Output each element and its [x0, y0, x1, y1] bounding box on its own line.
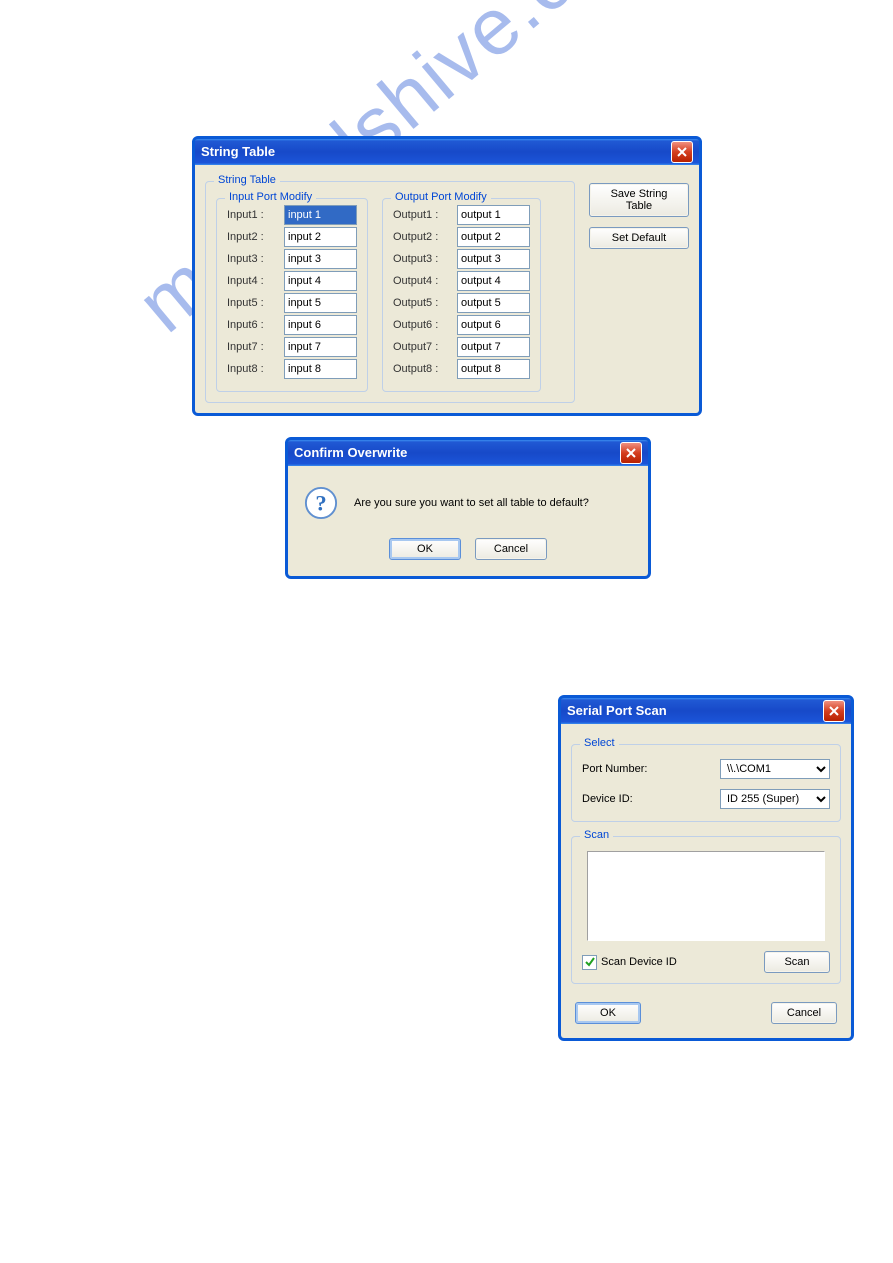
scan-results-box — [587, 851, 825, 941]
confirm-titlebar[interactable]: Confirm Overwrite — [288, 440, 648, 466]
input5-field[interactable] — [284, 293, 357, 313]
set-default-button[interactable]: Set Default — [589, 227, 689, 249]
device-id-select[interactable]: ID 255 (Super) — [720, 789, 830, 809]
string-table-title: String Table — [201, 139, 275, 165]
output3-field[interactable] — [457, 249, 530, 269]
checkbox-icon — [582, 955, 597, 970]
input-label: Input2 : — [227, 231, 280, 243]
cancel-button[interactable]: Cancel — [475, 538, 547, 560]
port-number-label: Port Number: — [582, 763, 647, 775]
output-label: Output1 : — [393, 209, 453, 221]
output-label: Output5 : — [393, 297, 453, 309]
input6-field[interactable] — [284, 315, 357, 335]
string-table-window: String Table String Table Input Port Mod… — [192, 136, 702, 416]
question-icon: ? — [304, 486, 338, 520]
input7-field[interactable] — [284, 337, 357, 357]
scan-device-id-label: Scan Device ID — [601, 956, 677, 968]
serial-titlebar[interactable]: Serial Port Scan — [561, 698, 851, 724]
ok-button[interactable]: OK — [389, 538, 461, 560]
serial-port-scan-window: Serial Port Scan Select Port Number: \\.… — [558, 695, 854, 1041]
svg-text:?: ? — [315, 491, 326, 516]
serial-title: Serial Port Scan — [567, 698, 667, 724]
output-label: Output8 : — [393, 363, 453, 375]
output6-field[interactable] — [457, 315, 530, 335]
close-icon[interactable] — [671, 141, 693, 163]
output-label: Output2 : — [393, 231, 453, 243]
confirm-overwrite-dialog: Confirm Overwrite ? Are you sure you wan… — [285, 437, 651, 579]
output-port-legend: Output Port Modify — [391, 191, 491, 203]
close-icon[interactable] — [823, 700, 845, 722]
output2-field[interactable] — [457, 227, 530, 247]
output1-field[interactable] — [457, 205, 530, 225]
input-label: Input3 : — [227, 253, 280, 265]
input-label: Input1 : — [227, 209, 280, 221]
input-label: Input8 : — [227, 363, 280, 375]
input-label: Input7 : — [227, 341, 280, 353]
input4-field[interactable] — [284, 271, 357, 291]
output-label: Output3 : — [393, 253, 453, 265]
output7-field[interactable] — [457, 337, 530, 357]
scan-button[interactable]: Scan — [764, 951, 830, 973]
confirm-message: Are you sure you want to set all table t… — [354, 497, 589, 509]
input-label: Input4 : — [227, 275, 280, 287]
input-port-legend: Input Port Modify — [225, 191, 316, 203]
input-label: Input5 : — [227, 297, 280, 309]
output-label: Output6 : — [393, 319, 453, 331]
input3-field[interactable] — [284, 249, 357, 269]
output-label: Output7 : — [393, 341, 453, 353]
input8-field[interactable] — [284, 359, 357, 379]
output-label: Output4 : — [393, 275, 453, 287]
scan-device-id-checkbox[interactable]: Scan Device ID — [582, 955, 677, 970]
scan-group-legend: Scan — [580, 829, 613, 841]
port-number-select[interactable]: \\.\COM1 — [720, 759, 830, 779]
string-table-group-legend: String Table — [214, 174, 280, 186]
confirm-title: Confirm Overwrite — [294, 440, 407, 466]
cancel-button[interactable]: Cancel — [771, 1002, 837, 1024]
output5-field[interactable] — [457, 293, 530, 313]
save-string-table-button[interactable]: Save String Table — [589, 183, 689, 217]
string-table-titlebar[interactable]: String Table — [195, 139, 699, 165]
close-icon[interactable] — [620, 442, 642, 464]
output4-field[interactable] — [457, 271, 530, 291]
output8-field[interactable] — [457, 359, 530, 379]
input-label: Input6 : — [227, 319, 280, 331]
input1-field[interactable] — [284, 205, 357, 225]
select-group-legend: Select — [580, 737, 619, 749]
device-id-label: Device ID: — [582, 793, 633, 805]
input2-field[interactable] — [284, 227, 357, 247]
ok-button[interactable]: OK — [575, 1002, 641, 1024]
